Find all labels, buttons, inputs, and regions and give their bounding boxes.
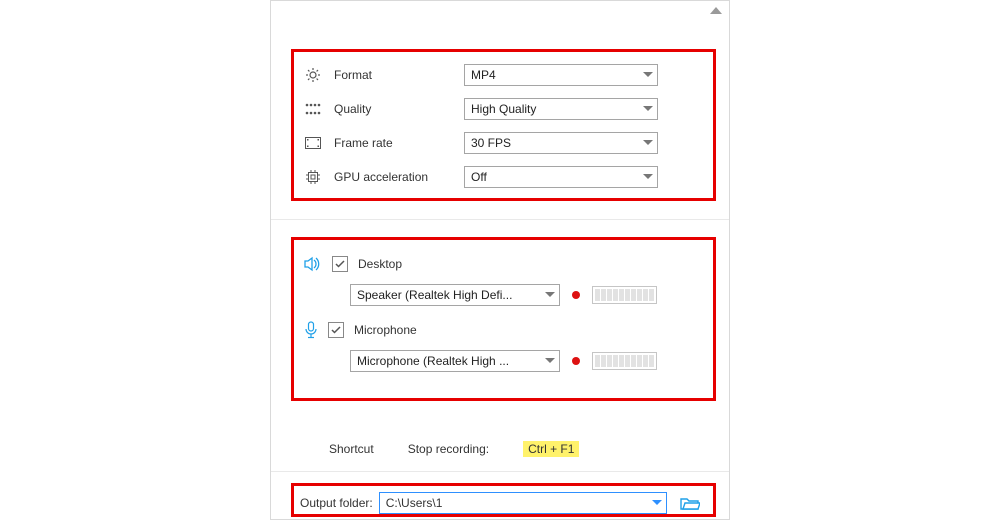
output-folder-label: Output folder: — [300, 496, 373, 510]
quality-dots-icon — [302, 103, 324, 115]
chip-icon — [302, 169, 324, 185]
desktop-device-row: Speaker (Realtek High Defi... — [350, 284, 713, 306]
microphone-label: Microphone — [354, 323, 417, 337]
gpu-value: Off — [471, 170, 487, 184]
format-value: MP4 — [471, 68, 496, 82]
desktop-checkbox[interactable] — [332, 256, 348, 272]
framerate-row: Frame rate 30 FPS — [294, 126, 713, 160]
shortcut-section-label: Shortcut — [329, 442, 374, 456]
desktop-device-dropdown[interactable]: Speaker (Realtek High Defi... — [350, 284, 560, 306]
shortcut-row: Shortcut Stop recording: Ctrl + F1 — [329, 441, 579, 457]
microphone-device-value: Microphone (Realtek High ... — [357, 354, 509, 368]
quality-label: Quality — [334, 102, 464, 116]
framerate-label: Frame rate — [334, 136, 464, 150]
microphone-icon — [304, 321, 318, 339]
gpu-row: GPU acceleration Off — [294, 160, 713, 194]
gpu-dropdown[interactable]: Off — [464, 166, 658, 188]
microphone-level-meter — [592, 352, 657, 370]
desktop-device-value: Speaker (Realtek High Defi... — [357, 288, 512, 302]
quality-value: High Quality — [471, 102, 536, 116]
desktop-level-meter — [592, 286, 657, 304]
microphone-device-row: Microphone (Realtek High ... — [350, 350, 713, 372]
output-folder-path: C:\Users\1 — [386, 496, 443, 510]
speaker-icon — [304, 256, 322, 272]
output-folder-field[interactable]: C:\Users\1 — [379, 492, 667, 514]
chevron-down-icon — [643, 174, 653, 180]
recording-indicator-icon — [572, 291, 580, 299]
output-folder-group: Output folder: C:\Users\1 — [291, 483, 716, 517]
gpu-label: GPU acceleration — [334, 170, 464, 184]
film-strip-icon — [302, 137, 324, 149]
chevron-down-icon — [652, 500, 662, 506]
browse-folder-button[interactable] — [679, 494, 701, 512]
microphone-checkbox[interactable] — [328, 322, 344, 338]
microphone-device-dropdown[interactable]: Microphone (Realtek High ... — [350, 350, 560, 372]
divider — [271, 471, 729, 472]
video-settings-group: Format MP4 Quality High Quality — [291, 49, 716, 201]
chevron-down-icon — [643, 140, 653, 146]
gear-icon — [302, 67, 324, 83]
shortcut-key[interactable]: Ctrl + F1 — [523, 441, 579, 457]
desktop-label: Desktop — [358, 257, 402, 271]
microphone-row: Microphone — [304, 316, 713, 344]
chevron-down-icon — [643, 72, 653, 78]
format-label: Format — [334, 68, 464, 82]
format-dropdown[interactable]: MP4 — [464, 64, 658, 86]
chevron-down-icon — [643, 106, 653, 112]
chevron-down-icon — [545, 358, 555, 364]
chevron-down-icon — [545, 292, 555, 298]
framerate-value: 30 FPS — [471, 136, 511, 150]
divider — [271, 219, 729, 220]
collapse-toggle-icon[interactable] — [709, 5, 723, 15]
shortcut-action-label: Stop recording: — [408, 442, 489, 456]
framerate-dropdown[interactable]: 30 FPS — [464, 132, 658, 154]
desktop-audio-row: Desktop — [304, 250, 713, 278]
settings-panel: Format MP4 Quality High Quality — [270, 0, 730, 520]
quality-row: Quality High Quality — [294, 92, 713, 126]
quality-dropdown[interactable]: High Quality — [464, 98, 658, 120]
format-row: Format MP4 — [294, 58, 713, 92]
audio-settings-group: Desktop Speaker (Realtek High Defi... Mi… — [291, 237, 716, 401]
recording-indicator-icon — [572, 357, 580, 365]
